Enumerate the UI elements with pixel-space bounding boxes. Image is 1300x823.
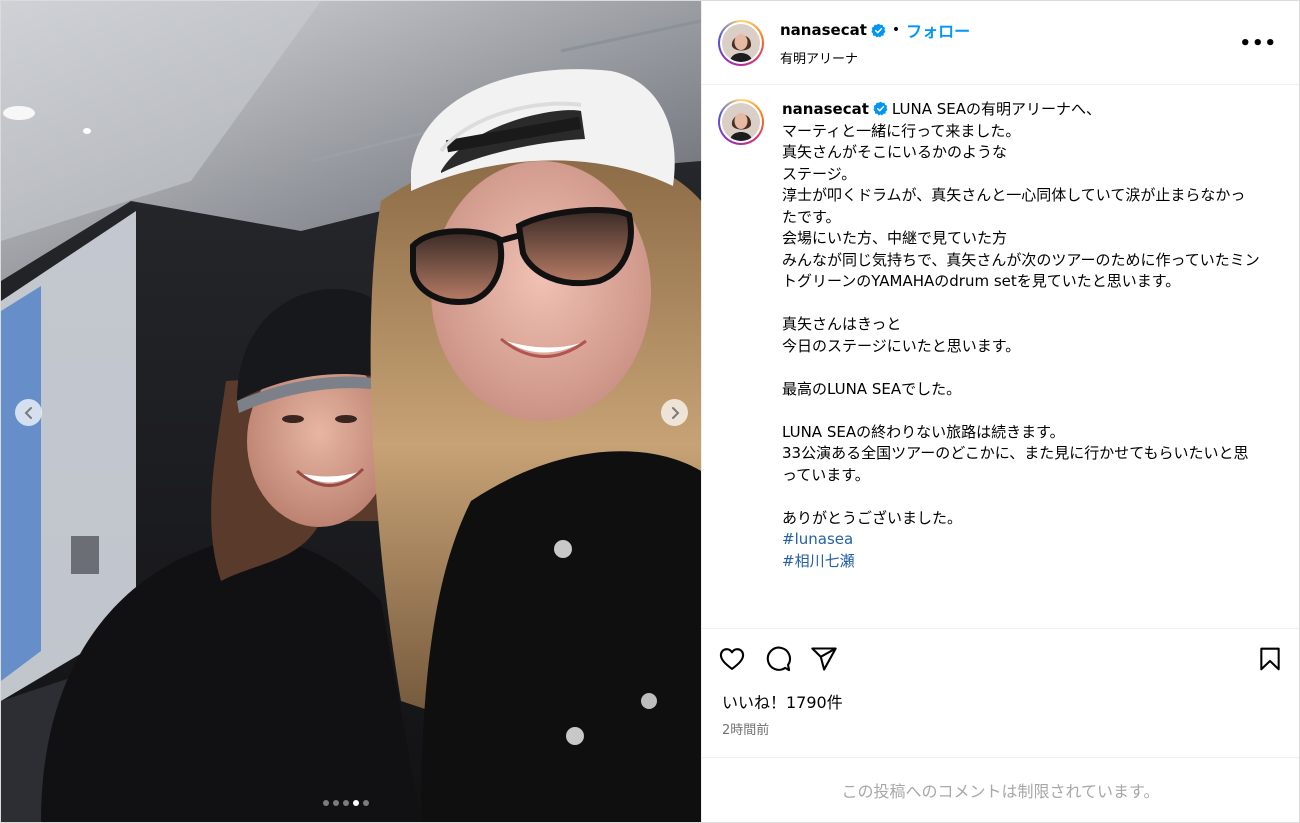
caption-username[interactable]: nanasecat [782, 100, 869, 118]
carousel-dot [343, 800, 349, 806]
chevron-right-icon [671, 406, 679, 419]
verified-badge-icon [873, 101, 888, 116]
like-button[interactable] [718, 645, 746, 673]
carousel-prev-button[interactable] [15, 399, 42, 426]
save-button[interactable] [1257, 646, 1283, 672]
caption-text: LUNA SEAの有明アリーナへ、 マーティと一緒に行って来ました。 真矢さんが… [782, 100, 1260, 527]
carousel-dot [323, 800, 329, 806]
carousel-dot [353, 800, 359, 806]
avatar-image [722, 103, 760, 141]
post-photo[interactable] [1, 1, 701, 822]
post-header: nanasecat • フォロー 有明アリーナ ••• [702, 1, 1299, 85]
carousel-dot [333, 800, 339, 806]
verified-badge-icon [871, 23, 886, 38]
hashtag-link[interactable]: #相川七瀬 [782, 551, 1260, 573]
post-timestamp[interactable]: 2時間前 [702, 713, 1299, 738]
caption-section: nanasecat LUNA SEAの有明アリーナへ、 マーティと一緒に行って来ま… [702, 85, 1299, 629]
carousel-next-button[interactable] [661, 399, 688, 426]
location-link[interactable]: 有明アリーナ [780, 48, 970, 67]
photo-image [1, 1, 701, 822]
heart-icon [719, 648, 745, 670]
comment-button[interactable] [764, 645, 792, 673]
follow-button[interactable]: フォロー [906, 18, 970, 42]
avatar-image [722, 23, 760, 62]
caption-avatar[interactable] [718, 99, 764, 145]
post-side-panel: nanasecat • フォロー 有明アリーナ ••• nanasecat LU… [701, 1, 1299, 822]
likes-label: いいね！1790件 [722, 693, 843, 712]
action-bar [702, 629, 1299, 689]
username-link[interactable]: nanasecat [780, 21, 867, 39]
comment-icon [766, 646, 791, 672]
carousel-dot [363, 800, 369, 806]
bookmark-icon [1260, 647, 1280, 671]
more-options-button[interactable]: ••• [1239, 33, 1277, 54]
separator-dot: • [891, 22, 901, 38]
avatar[interactable] [718, 19, 764, 66]
instagram-post-modal: nanasecat • フォロー 有明アリーナ ••• nanasecat LU… [0, 0, 1300, 823]
likes-count[interactable]: いいね！1790件 [702, 689, 1299, 713]
carousel-indicator [323, 800, 369, 806]
caption-text-block: nanasecat LUNA SEAの有明アリーナへ、 マーティと一緒に行って来ま… [782, 99, 1260, 628]
share-icon [811, 647, 837, 671]
comments-restricted-notice: この投稿へのコメントは制限されています。 [702, 757, 1299, 822]
hashtag-link[interactable]: #lunasea [782, 529, 1260, 551]
share-button[interactable] [810, 645, 838, 673]
chevron-left-icon [24, 406, 32, 419]
comments-restricted-text: この投稿へのコメントは制限されています。 [841, 782, 1160, 801]
